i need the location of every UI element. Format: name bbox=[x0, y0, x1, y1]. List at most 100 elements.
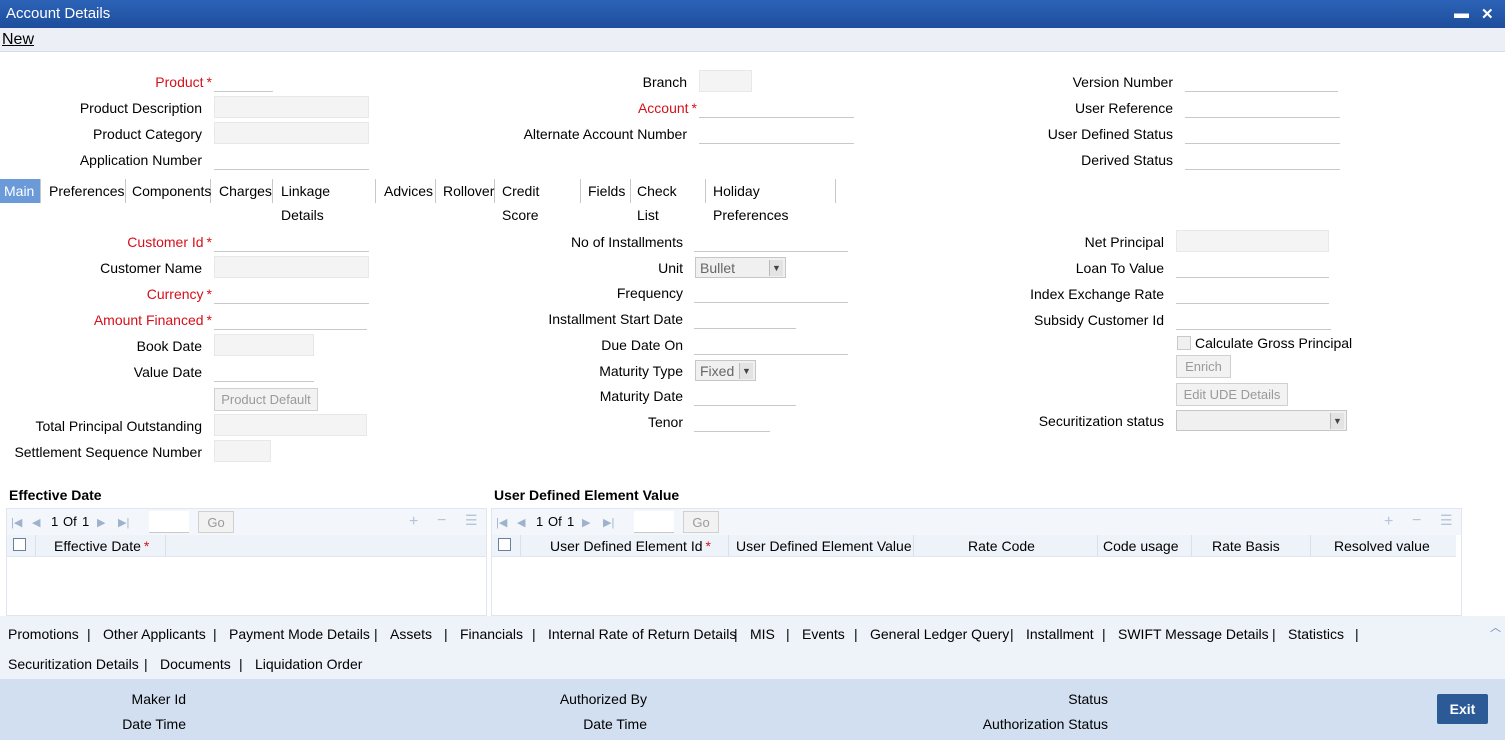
value-date-label: Value Date bbox=[133, 364, 202, 380]
amount-financed-input[interactable] bbox=[214, 308, 367, 330]
next-page-icon[interactable]: ▶ bbox=[582, 516, 590, 529]
go-button[interactable]: Go bbox=[198, 511, 234, 533]
last-page-icon[interactable]: ▶| bbox=[118, 516, 129, 529]
single-view-icon[interactable]: ☰ bbox=[465, 512, 478, 529]
edit-ude-details-button[interactable]: Edit UDE Details bbox=[1176, 383, 1288, 406]
branch-label: Branch bbox=[642, 74, 687, 90]
column-divider bbox=[165, 535, 166, 557]
unit-label: Unit bbox=[658, 260, 683, 276]
link-payment-mode-details[interactable]: Payment Mode Details bbox=[229, 626, 370, 642]
unit-select[interactable]: Bullet ▼ bbox=[695, 257, 786, 278]
first-page-icon[interactable]: |◀ bbox=[11, 516, 22, 529]
currency-label: Currency * bbox=[146, 286, 212, 302]
new-link[interactable]: New bbox=[2, 31, 34, 49]
amount-financed-label: Amount Financed * bbox=[93, 312, 212, 328]
tab-main[interactable]: Main bbox=[0, 179, 41, 203]
currency-input[interactable] bbox=[214, 282, 369, 304]
link-financials[interactable]: Financials bbox=[460, 626, 523, 642]
link-assets[interactable]: Assets bbox=[390, 626, 432, 642]
tab-preferences[interactable]: Preferences bbox=[45, 179, 126, 203]
select-all-checkbox[interactable] bbox=[498, 538, 511, 551]
link-internal-rate-of-return-details[interactable]: Internal Rate of Return Details bbox=[548, 626, 736, 642]
application-number-input[interactable] bbox=[214, 148, 369, 170]
go-button[interactable]: Go bbox=[683, 511, 719, 533]
collapse-icon[interactable]: ︿ bbox=[1490, 619, 1501, 635]
tab-rollover[interactable]: Rollover bbox=[439, 179, 495, 203]
account-input[interactable] bbox=[699, 96, 854, 118]
application-number-label: Application Number bbox=[79, 152, 202, 168]
user-defined-status-input[interactable] bbox=[1185, 122, 1340, 144]
link-liquidation-order[interactable]: Liquidation Order bbox=[255, 656, 362, 672]
link-installment[interactable]: Installment bbox=[1026, 626, 1094, 642]
maturity-date-input[interactable] bbox=[694, 384, 796, 406]
link-documents[interactable]: Documents bbox=[160, 656, 231, 672]
maturity-type-label: Maturity Type bbox=[599, 363, 683, 379]
no-of-installments-input[interactable] bbox=[694, 230, 848, 252]
frequency-input[interactable] bbox=[694, 281, 848, 303]
link-mis[interactable]: MIS bbox=[750, 626, 775, 642]
link-general-ledger-query[interactable]: General Ledger Query bbox=[870, 626, 1009, 642]
date-time-label-2: Date Time bbox=[583, 716, 647, 732]
prev-page-icon[interactable]: ◀ bbox=[32, 516, 40, 529]
tab-charges[interactable]: Charges bbox=[215, 179, 273, 203]
of-label: Of bbox=[548, 514, 562, 529]
page-number-input[interactable] bbox=[149, 511, 189, 533]
select-all-checkbox[interactable] bbox=[13, 538, 26, 551]
subsidy-customer-id-input[interactable] bbox=[1176, 308, 1331, 330]
column-header-resolved-value: Resolved value bbox=[1334, 538, 1430, 554]
minimize-icon[interactable]: ▬ bbox=[1454, 5, 1469, 22]
installment-start-date-input[interactable] bbox=[694, 307, 796, 329]
tab-check-list[interactable]: Check List bbox=[633, 179, 706, 223]
tab-fields[interactable]: Fields bbox=[584, 179, 631, 203]
separator: | bbox=[1272, 626, 1276, 642]
link-events[interactable]: Events bbox=[802, 626, 845, 642]
due-date-on-input[interactable] bbox=[694, 333, 848, 355]
separator: | bbox=[444, 626, 448, 642]
link-promotions[interactable]: Promotions bbox=[8, 626, 79, 642]
account-label: Account * bbox=[637, 100, 697, 116]
calculate-gross-principal-checkbox[interactable] bbox=[1177, 336, 1191, 350]
loan-to-value-label: Loan To Value bbox=[1075, 260, 1164, 276]
loan-to-value-input[interactable] bbox=[1176, 256, 1329, 278]
link-statistics[interactable]: Statistics bbox=[1288, 626, 1344, 642]
page-number-input[interactable] bbox=[634, 511, 674, 533]
delete-row-icon[interactable]: − bbox=[437, 512, 446, 530]
tab-holiday-preferences[interactable]: Holiday Preferences bbox=[709, 179, 836, 223]
maturity-type-select[interactable]: Fixed ▼ bbox=[695, 360, 756, 381]
first-page-icon[interactable]: |◀ bbox=[496, 516, 507, 529]
next-page-icon[interactable]: ▶ bbox=[97, 516, 105, 529]
link-swift-message-details[interactable]: SWIFT Message Details bbox=[1118, 626, 1269, 642]
tenor-input[interactable] bbox=[694, 410, 770, 432]
product-category-field bbox=[214, 122, 369, 144]
index-exchange-rate-input[interactable] bbox=[1176, 282, 1329, 304]
add-row-icon[interactable]: + bbox=[1384, 513, 1393, 531]
tab-advices[interactable]: Advices bbox=[380, 179, 436, 203]
tab-linkage-details[interactable]: Linkage Details bbox=[277, 179, 376, 223]
window-title: Account Details bbox=[6, 5, 111, 22]
close-icon[interactable]: ✕ bbox=[1481, 5, 1494, 23]
securitization-status-select[interactable]: ▼ bbox=[1176, 410, 1347, 431]
column-divider bbox=[913, 535, 914, 557]
product-default-button[interactable]: Product Default bbox=[214, 388, 318, 411]
tab-components[interactable]: Components bbox=[128, 179, 211, 203]
exit-button[interactable]: Exit bbox=[1437, 694, 1488, 724]
current-page: 1 bbox=[51, 514, 59, 529]
delete-row-icon[interactable]: − bbox=[1412, 512, 1421, 530]
last-page-icon[interactable]: ▶| bbox=[603, 516, 614, 529]
prev-page-icon[interactable]: ◀ bbox=[517, 516, 525, 529]
single-view-icon[interactable]: ☰ bbox=[1440, 512, 1453, 529]
user-reference-input[interactable] bbox=[1185, 96, 1340, 118]
product-input[interactable] bbox=[214, 70, 273, 92]
ude-grid: |◀ ◀ 1 Of 1 ▶ ▶| Go + − ☰ User Defined E… bbox=[491, 508, 1462, 616]
separator: | bbox=[1010, 626, 1014, 642]
tab-credit-score[interactable]: Credit Score bbox=[498, 179, 581, 223]
value-date-input[interactable] bbox=[214, 360, 314, 382]
date-time-label: Date Time bbox=[122, 716, 186, 732]
add-row-icon[interactable]: + bbox=[409, 513, 418, 531]
maturity-type-select-value: Fixed bbox=[700, 363, 735, 379]
alternate-account-number-input[interactable] bbox=[699, 122, 854, 144]
link-securitization-details[interactable]: Securitization Details bbox=[8, 656, 139, 672]
customer-id-input[interactable] bbox=[214, 230, 369, 252]
enrich-button[interactable]: Enrich bbox=[1176, 355, 1231, 378]
link-other-applicants[interactable]: Other Applicants bbox=[103, 626, 206, 642]
